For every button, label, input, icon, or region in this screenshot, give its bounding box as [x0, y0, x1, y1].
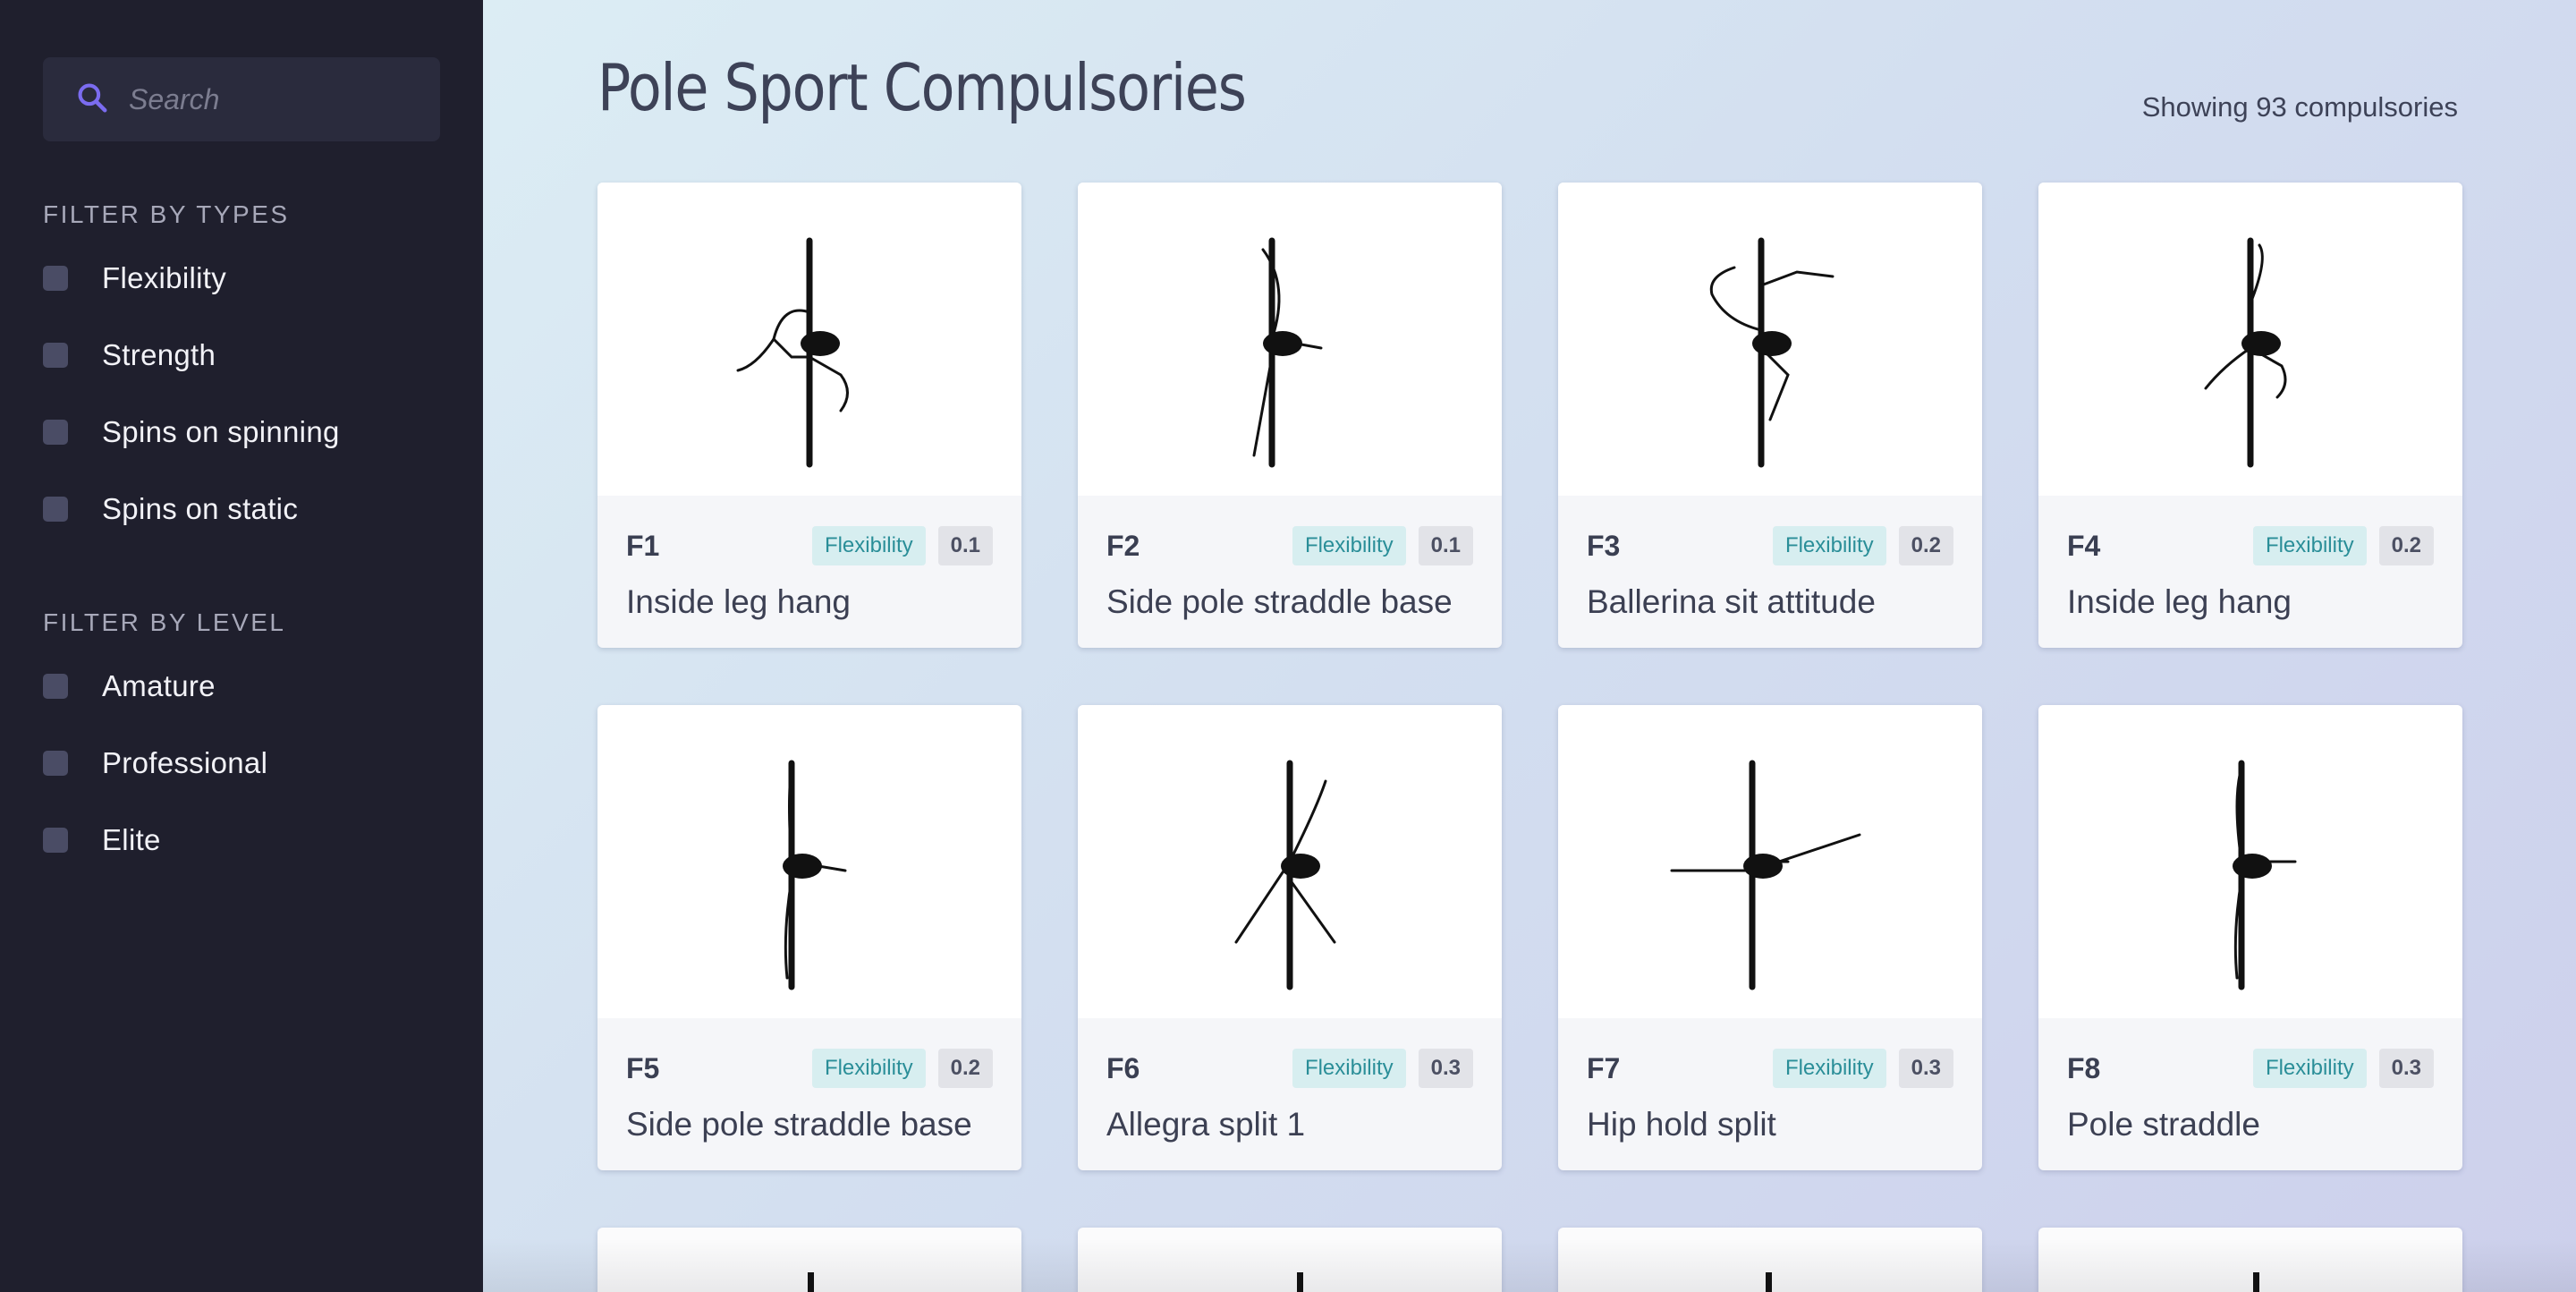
- filter-label: Spins on spinning: [102, 415, 340, 448]
- pose-illustration: [2038, 705, 2462, 1018]
- checkbox[interactable]: [43, 420, 68, 445]
- card-code: F1: [626, 529, 660, 562]
- card-title: Allegra split 1: [1106, 1106, 1306, 1143]
- compulsory-card-f3[interactable]: F3 Flexibility 0.2 Ballerina sit attitud…: [1558, 183, 1982, 648]
- filter-option-professional[interactable]: Professional: [43, 725, 440, 802]
- pose-illustration: [597, 705, 1021, 1018]
- compulsory-card-f4[interactable]: F4 Flexibility 0.2 Inside leg hang: [2038, 183, 2462, 648]
- filter-label: Strength: [102, 338, 216, 371]
- card-meta: F1 Flexibility 0.1: [626, 526, 993, 565]
- card-code: F3: [1587, 529, 1621, 562]
- card-title: Hip hold split: [1587, 1106, 1776, 1143]
- filter-types-heading: Filter by types: [43, 200, 290, 228]
- card-code: F6: [1106, 1051, 1140, 1084]
- filter-option-flexibility[interactable]: Flexibility: [43, 240, 440, 317]
- score-badge: 0.3: [1418, 1049, 1473, 1088]
- score-badge: 0.3: [1898, 1049, 1953, 1088]
- pose-illustration: [1558, 183, 1982, 496]
- filter-label: Flexibility: [102, 261, 226, 294]
- checkbox[interactable]: [43, 751, 68, 776]
- filter-option-amature[interactable]: Amature: [43, 648, 440, 725]
- score-badge: 0.2: [937, 1049, 993, 1088]
- compulsory-card-f8[interactable]: F8 Flexibility 0.3 Pole straddle: [2038, 705, 2462, 1170]
- filter-label: Professional: [102, 746, 268, 779]
- checkbox[interactable]: [43, 266, 68, 291]
- search-icon: [75, 81, 109, 119]
- filter-by-types: Filter by types Flexibility Strength Spi…: [43, 200, 440, 548]
- filter-by-level: Filter by level Amature Professional Eli…: [43, 608, 440, 879]
- card-meta: F4 Flexibility 0.2: [2067, 526, 2434, 565]
- type-badge: Flexibility: [2252, 526, 2367, 565]
- pose-illustration: [1558, 705, 1982, 1018]
- compulsory-card-f2[interactable]: F2 Flexibility 0.1 Side pole straddle ba…: [1078, 183, 1502, 648]
- pose-illustration: [597, 183, 1021, 496]
- card-meta: F6 Flexibility 0.3: [1106, 1049, 1473, 1088]
- score-badge: 0.2: [1898, 526, 1953, 565]
- page-title: Pole Sport Compulsories: [597, 50, 1247, 125]
- type-badge: Flexibility: [1772, 1049, 1886, 1088]
- card-meta: F8 Flexibility 0.3: [2067, 1049, 2434, 1088]
- compulsory-card-f1[interactable]: F1 Flexibility 0.1 Inside leg hang: [597, 183, 1021, 648]
- card-meta: F3 Flexibility 0.2: [1587, 526, 1953, 565]
- filter-option-spins-on-static[interactable]: Spins on static: [43, 471, 440, 548]
- filter-option-elite[interactable]: Elite: [43, 802, 440, 879]
- checkbox[interactable]: [43, 497, 68, 522]
- card-meta: F7 Flexibility 0.3: [1587, 1049, 1953, 1088]
- score-badge: 0.1: [1418, 526, 1473, 565]
- card-code: F5: [626, 1051, 660, 1084]
- type-badge: Flexibility: [1772, 526, 1886, 565]
- score-badge: 0.1: [937, 526, 993, 565]
- card-code: F4: [2067, 529, 2101, 562]
- search-input[interactable]: [129, 82, 415, 116]
- filter-option-spins-on-spinning[interactable]: Spins on spinning: [43, 394, 440, 471]
- card-title: Side pole straddle base: [1106, 583, 1453, 620]
- type-badge: Flexibility: [1292, 526, 1406, 565]
- card-title: Inside leg hang: [2067, 583, 2292, 620]
- filter-label: Amature: [102, 669, 216, 702]
- results-count: Showing 93 compulsories: [2141, 91, 2458, 123]
- type-badge: Flexibility: [811, 1049, 926, 1088]
- filter-label: Spins on static: [102, 492, 299, 525]
- main-content: Pole Sport Compulsories Showing 93 compu…: [483, 0, 2576, 1292]
- scroll-fade: [483, 1238, 2576, 1292]
- compulsory-card-f7[interactable]: F7 Flexibility 0.3 Hip hold split: [1558, 705, 1982, 1170]
- score-badge: 0.3: [2378, 1049, 2434, 1088]
- type-badge: Flexibility: [2252, 1049, 2367, 1088]
- compulsory-card-f5[interactable]: F5 Flexibility 0.2 Side pole straddle ba…: [597, 705, 1021, 1170]
- card-title: Ballerina sit attitude: [1587, 583, 1876, 620]
- filter-level-heading: Filter by level: [43, 608, 286, 636]
- type-badge: Flexibility: [1292, 1049, 1406, 1088]
- pose-illustration: [2038, 183, 2462, 496]
- search-box[interactable]: [43, 57, 440, 141]
- filter-label: Elite: [102, 823, 161, 856]
- pose-illustration: [1078, 705, 1502, 1018]
- card-meta: F5 Flexibility 0.2: [626, 1049, 993, 1088]
- pose-illustration: [1078, 183, 1502, 496]
- card-code: F7: [1587, 1051, 1621, 1084]
- card-title: Side pole straddle base: [626, 1106, 972, 1143]
- checkbox[interactable]: [43, 674, 68, 699]
- card-title: Pole straddle: [2067, 1106, 2260, 1143]
- filter-option-strength[interactable]: Strength: [43, 317, 440, 394]
- card-meta: F2 Flexibility 0.1: [1106, 526, 1473, 565]
- compulsory-grid: F1 Flexibility 0.1 Inside leg hang F2 Fl…: [597, 183, 2462, 1170]
- checkbox[interactable]: [43, 828, 68, 853]
- card-title: Inside leg hang: [626, 583, 851, 620]
- score-badge: 0.2: [2378, 526, 2434, 565]
- checkbox[interactable]: [43, 343, 68, 368]
- type-badge: Flexibility: [811, 526, 926, 565]
- card-code: F8: [2067, 1051, 2101, 1084]
- compulsory-card-f6[interactable]: F6 Flexibility 0.3 Allegra split 1: [1078, 705, 1502, 1170]
- card-code: F2: [1106, 529, 1140, 562]
- sidebar: Filter by types Flexibility Strength Spi…: [0, 0, 483, 1292]
